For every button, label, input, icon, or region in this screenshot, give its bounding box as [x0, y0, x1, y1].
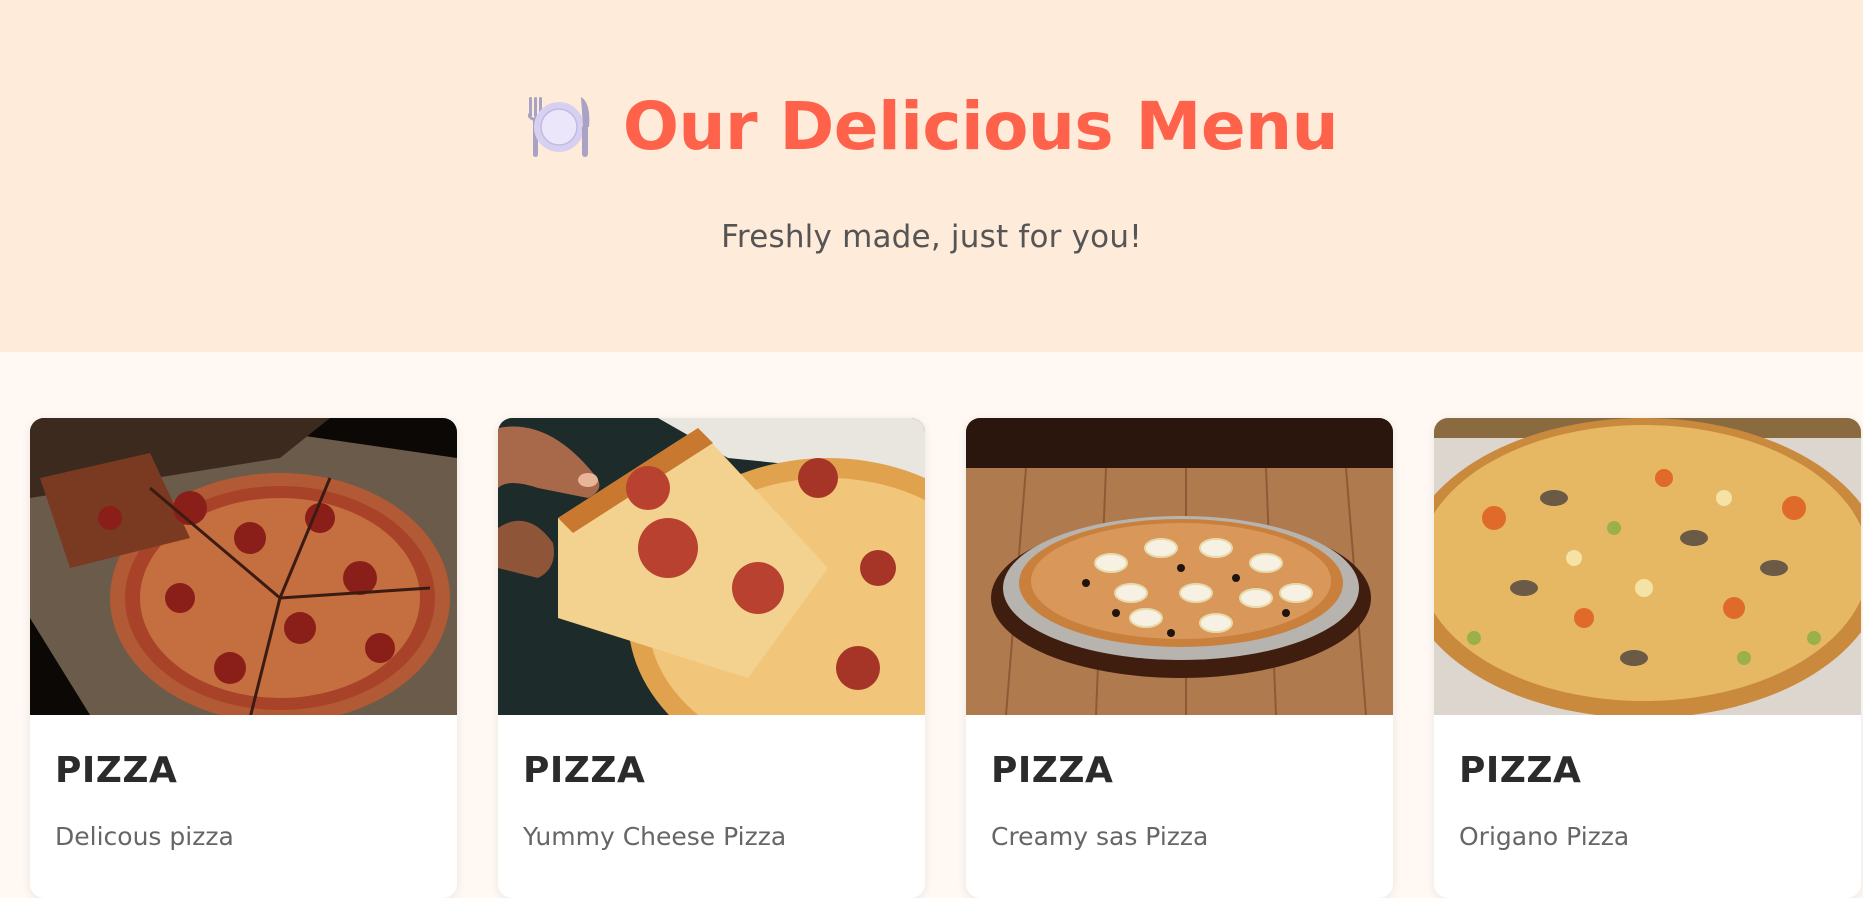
menu-header: Our Delicious Menu Freshly made, just fo…: [0, 0, 1863, 352]
card-description: Origano Pizza: [1459, 822, 1630, 851]
card-body: PIZZA Yummy Cheese Pizza: [498, 750, 925, 851]
menu-card-pepperoni[interactable]: PIZZA Delicous pizza: [30, 418, 457, 898]
menu-card-cheese[interactable]: PIZZA Yummy Cheese Pizza: [498, 418, 925, 898]
menu-card-creamy[interactable]: PIZZA Creamy sas Pizza: [966, 418, 1393, 898]
menu-card-origano[interactable]: PIZZA Origano Pizza: [1434, 418, 1861, 898]
header-title-row: Our Delicious Menu: [525, 88, 1339, 165]
card-title: PIZZA: [1459, 750, 1582, 791]
fork-plate-knife-icon: [527, 97, 590, 157]
page-subtitle: Freshly made, just for you!: [721, 219, 1142, 255]
card-title: PIZZA: [55, 750, 178, 791]
card-title: PIZZA: [523, 750, 646, 791]
egg-olive-pizza-photo: [966, 418, 1393, 715]
card-body: PIZZA Creamy sas Pizza: [966, 750, 1393, 851]
cheese-pizza-slice-photo: [498, 418, 925, 715]
card-description: Delicous pizza: [55, 822, 234, 851]
card-title: PIZZA: [991, 750, 1114, 791]
card-body: PIZZA Delicous pizza: [30, 750, 457, 851]
card-description: Yummy Cheese Pizza: [523, 822, 787, 851]
menu-grid: PIZZA Delicous pizza PIZZA Yummy Cheese: [0, 352, 1863, 898]
card-body: PIZZA Origano Pizza: [1434, 750, 1861, 851]
card-description: Creamy sas Pizza: [991, 822, 1209, 851]
page-title: Our Delicious Menu: [622, 88, 1339, 165]
vegetable-pizza-photo: [1434, 418, 1861, 715]
pepperoni-pizza-photo: [30, 418, 457, 715]
